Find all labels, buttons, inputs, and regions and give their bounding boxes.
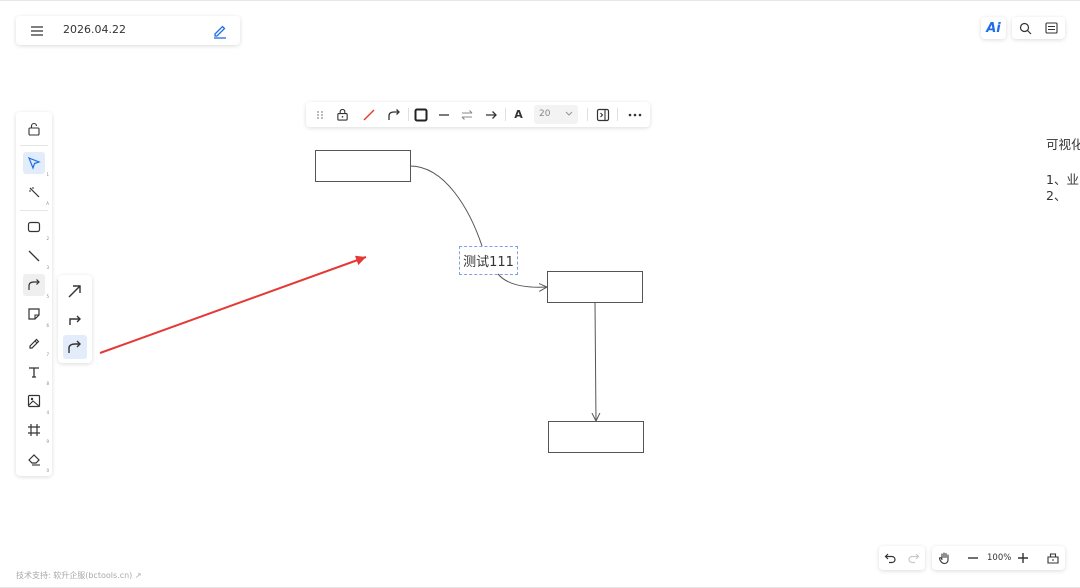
curved-connector-end — [497, 273, 547, 287]
magic-wand-icon[interactable]: A — [23, 181, 49, 206]
hand-icon[interactable] — [934, 547, 956, 569]
arrow-end-icon[interactable] — [480, 104, 501, 125]
stroke-color-icon[interactable] — [358, 104, 379, 125]
fit-screen-icon[interactable] — [1042, 547, 1064, 569]
side-text-heading: 可视化 — [1046, 137, 1080, 152]
eraser-icon[interactable]: 0 — [23, 448, 49, 473]
side-text-line-2: 2、 — [1046, 188, 1067, 203]
canvas-connectors — [99, 165, 1080, 588]
connector-type-menu — [58, 275, 92, 363]
curved-connector — [409, 165, 483, 247]
side-text-line-1: 1、业 — [1046, 172, 1079, 187]
chevron-down-icon — [564, 108, 574, 118]
shortcut-hint: 8 — [46, 381, 49, 386]
left-toolbar: 1 A 2 3 5 6 7 8 4 9 0 — [16, 112, 52, 476]
red-arrow — [99, 255, 367, 354]
rect-node-bottom[interactable] — [548, 421, 644, 453]
lock-icon[interactable] — [332, 104, 353, 125]
elbow-arrow-icon[interactable] — [63, 307, 87, 331]
shortcut-hint: 5 — [46, 294, 49, 299]
frame-icon[interactable]: 9 — [23, 419, 49, 444]
history-controls — [879, 546, 925, 570]
top-right-tools — [1012, 17, 1065, 39]
lock-icon[interactable] — [23, 118, 45, 140]
rect-node-middle[interactable] — [547, 271, 643, 303]
connector-curve-icon[interactable]: 5 — [23, 274, 49, 299]
line-style-icon[interactable] — [433, 104, 454, 125]
ai-button[interactable]: Ai — [981, 17, 1006, 39]
zoom-controls: 100% — [932, 546, 1065, 570]
select-pointer-icon[interactable]: 1 — [23, 152, 49, 177]
straight-connector — [595, 302, 596, 421]
outline-icon[interactable] — [1038, 17, 1064, 39]
font-size-value: 20 — [539, 109, 551, 119]
whiteboard-canvas[interactable]: 测试111 可视化 1、业 2、 — [0, 0, 1080, 588]
pen-draw-icon[interactable]: 7 — [23, 332, 49, 357]
straight-arrow-icon[interactable] — [63, 279, 87, 303]
zoom-level[interactable]: 100% — [987, 553, 1011, 563]
search-icon[interactable] — [1012, 17, 1038, 39]
font-icon[interactable]: A — [508, 104, 529, 125]
sticky-note-icon[interactable]: 6 — [23, 303, 49, 328]
footer-credit[interactable]: 技术支持: 软升企服(bctools.cn) ↗ — [16, 570, 142, 581]
shortcut-hint: 2 — [46, 236, 49, 241]
drag-handle-icon[interactable] — [309, 104, 330, 125]
document-title[interactable]: 2026.04.22 — [63, 23, 126, 36]
menu-icon[interactable] — [26, 20, 48, 42]
image-icon[interactable]: 4 — [23, 390, 49, 415]
shortcut-hint: 7 — [46, 352, 49, 357]
zoom-in-icon[interactable] — [1012, 547, 1034, 569]
swap-direction-icon[interactable] — [456, 104, 477, 125]
shortcut-hint: 0 — [46, 468, 49, 473]
redo-icon[interactable] — [902, 546, 925, 570]
more-icon[interactable] — [624, 104, 645, 125]
connector-label[interactable]: 测试111 — [459, 246, 518, 275]
font-size-dropdown[interactable]: 20 — [534, 105, 578, 124]
header-bar: 2026.04.22 — [16, 16, 240, 45]
pen-icon[interactable] — [209, 20, 231, 42]
shortcut-hint: 9 — [46, 439, 49, 444]
curve-type-icon[interactable] — [383, 104, 404, 125]
undo-icon[interactable] — [879, 546, 902, 570]
format-toolbar: A 20 — [306, 102, 650, 127]
shortcut-hint: 6 — [46, 323, 49, 328]
shortcut-hint: 3 — [46, 265, 49, 270]
curved-arrow-icon[interactable] — [63, 335, 87, 359]
rect-node-top[interactable] — [315, 150, 411, 182]
shortcut-hint: 1 — [46, 172, 49, 177]
panel-toggle-icon[interactable] — [592, 104, 613, 125]
rectangle-icon[interactable]: 2 — [23, 216, 49, 241]
shortcut-hint: A — [46, 201, 49, 206]
zoom-out-icon[interactable] — [962, 547, 984, 569]
line-icon[interactable]: 3 — [23, 245, 49, 270]
border-box-icon[interactable] — [410, 104, 431, 125]
text-icon[interactable]: 8 — [23, 361, 49, 386]
shortcut-hint: 4 — [46, 410, 49, 415]
